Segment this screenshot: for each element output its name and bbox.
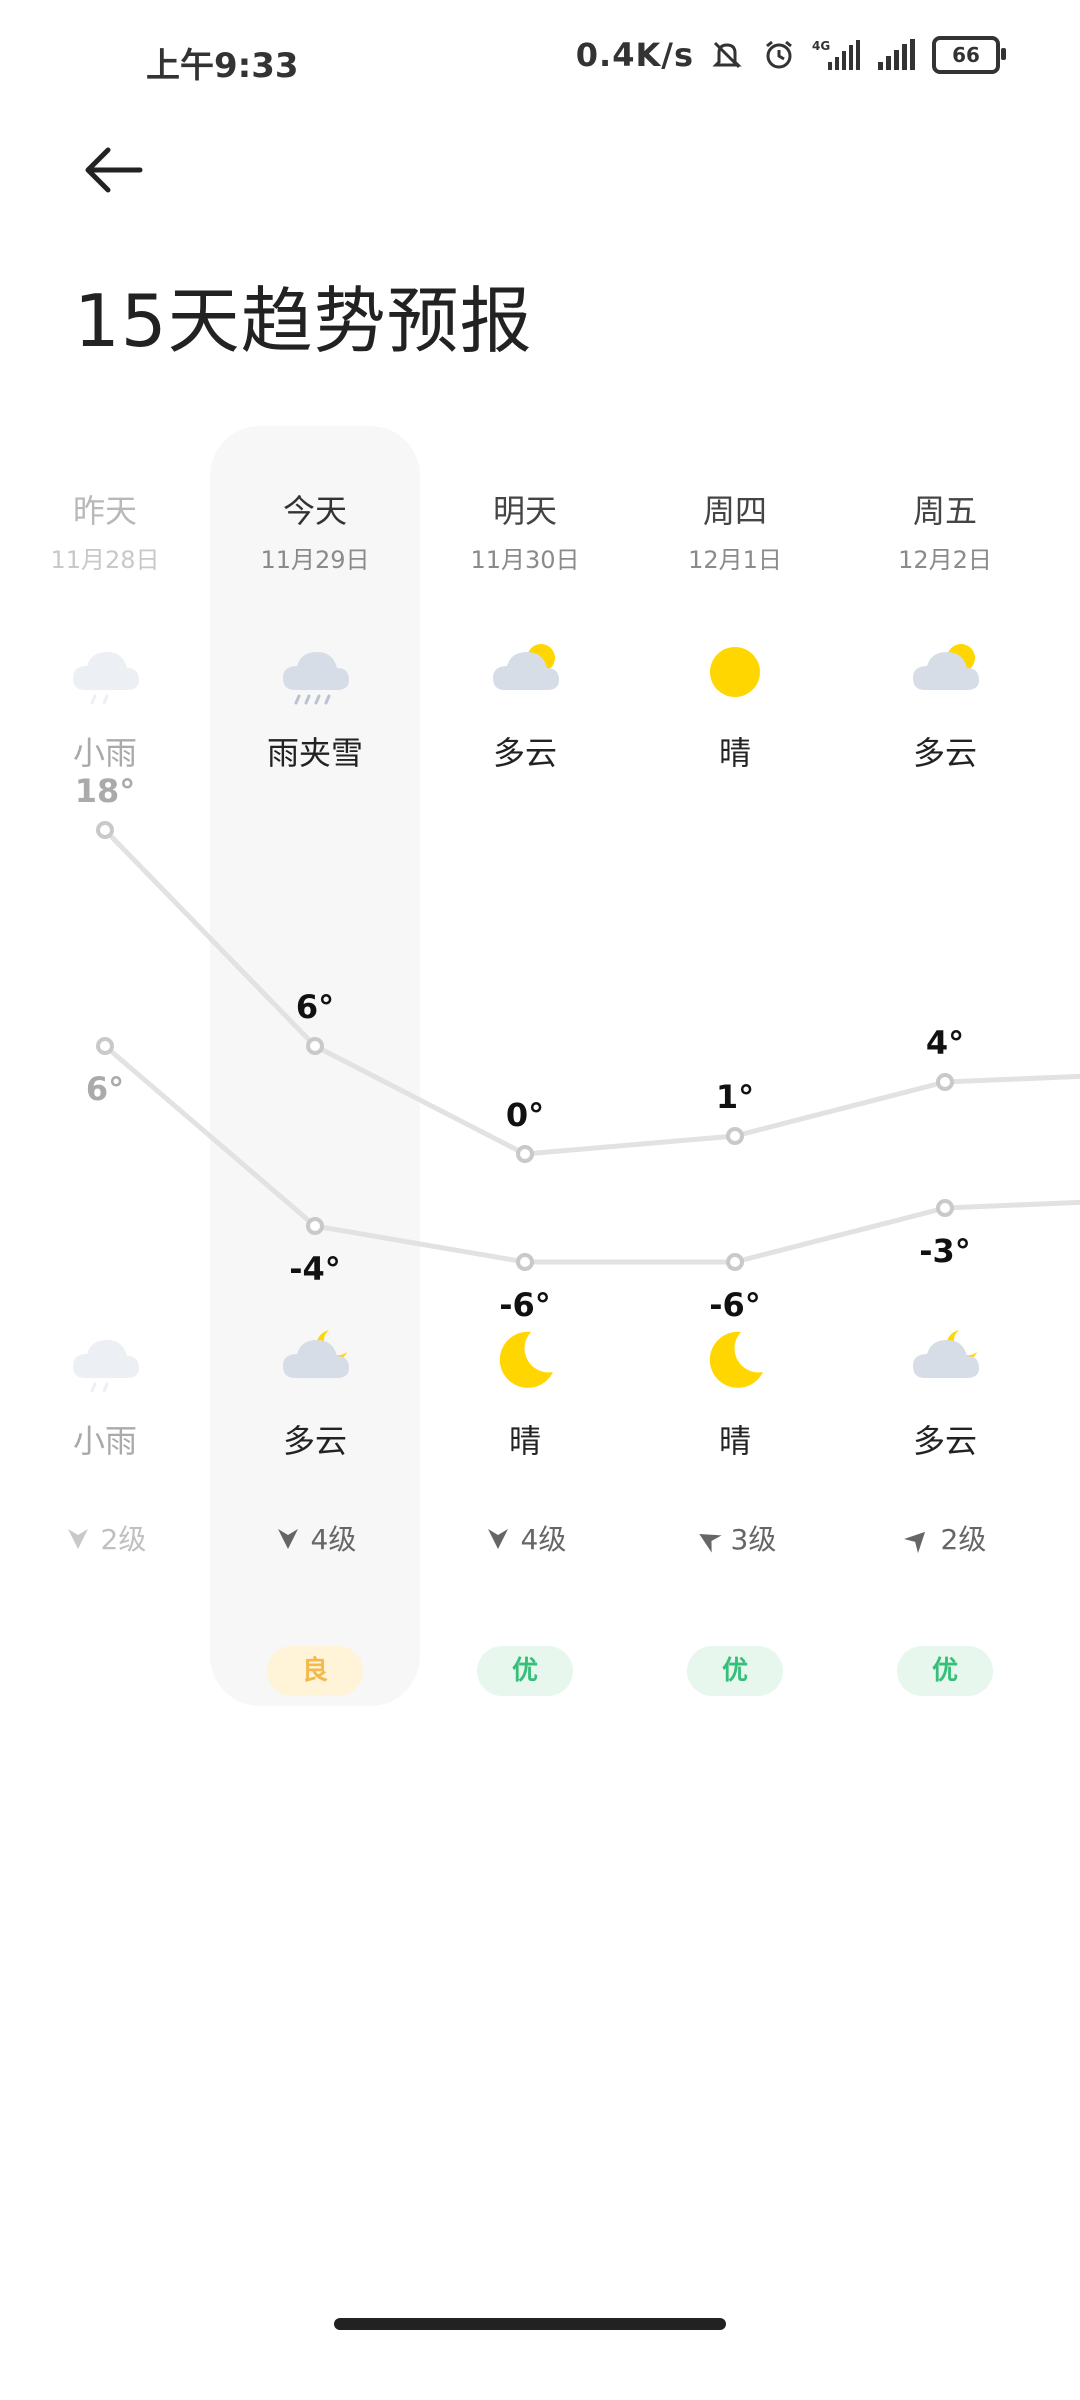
partly-cloudy-icon: [840, 632, 1050, 716]
aqi-badge[interactable]: 良: [267, 1646, 363, 1696]
high-temp-label: 4°: [926, 1024, 964, 1062]
low-temp-point: [516, 1253, 534, 1271]
home-indicator[interactable]: [334, 2318, 726, 2330]
day-header: 明天 11月30日: [420, 486, 630, 575]
day-label: 今天: [282, 492, 347, 530]
aqi-badge[interactable]: 优: [897, 1646, 993, 1696]
low-temp-label: -3°: [919, 1232, 971, 1270]
moon-icon: [420, 1320, 630, 1404]
wind-direction-icon: [903, 1523, 932, 1556]
alarm-icon: [760, 36, 798, 74]
partly-cloudy-icon: [420, 632, 630, 716]
aqi-container: 优: [630, 1646, 840, 1696]
status-bar: 上午9:33 0.4K/s 4G 66: [0, 0, 1080, 110]
aqi-badge[interactable]: 优: [687, 1646, 783, 1696]
battery-level: 66: [952, 43, 980, 67]
back-arrow-icon: [85, 147, 143, 193]
date-label: 11月30日: [470, 546, 580, 574]
day-condition: 多云: [912, 734, 977, 772]
date-label: 12月2日: [898, 546, 992, 574]
low-temp-point: [96, 1037, 114, 1055]
wind-label: 2级: [940, 1523, 987, 1556]
today-highlight: [210, 426, 420, 1706]
wind-label: 2级: [100, 1523, 147, 1556]
date-label: 11月29日: [260, 546, 370, 574]
low-temp-point: [726, 1253, 744, 1271]
back-button[interactable]: [80, 140, 150, 200]
low-temp-label: -6°: [709, 1286, 761, 1324]
wind-direction-icon: [274, 1523, 302, 1556]
cloudy-night-icon: [210, 1320, 420, 1404]
wind-level: 3级: [630, 1518, 840, 1558]
day-label: 昨天: [72, 492, 137, 530]
wind-level: 2级: [840, 1518, 1050, 1558]
signal-icon: [876, 36, 918, 74]
date-label: 11月28日: [50, 546, 160, 574]
high-temp-point: [96, 821, 114, 839]
wind-label: 3级: [730, 1523, 777, 1556]
wind-level: 4级: [210, 1518, 420, 1558]
night-condition: 晴: [718, 1422, 751, 1460]
moon-icon: [630, 1320, 840, 1404]
day-condition: 小雨: [72, 734, 137, 772]
sun-icon: [630, 632, 840, 716]
day-header: 昨天 11月28日: [0, 486, 210, 575]
day-label: 周五: [912, 492, 977, 530]
network-type-label: 4G: [812, 39, 830, 53]
high-temp-point: [726, 1127, 744, 1145]
light-rain-icon: [0, 632, 210, 716]
status-time: 上午9:33: [146, 46, 299, 86]
battery-icon: 66: [932, 36, 1006, 74]
day-header: 今天 11月29日: [210, 486, 420, 575]
aqi-badge[interactable]: 优: [477, 1646, 573, 1696]
wind-level: 2级: [0, 1518, 210, 1558]
light-rain-icon: [0, 1320, 210, 1404]
high-temp-label: 1°: [716, 1078, 754, 1116]
date-label: 12月1日: [688, 546, 782, 574]
wind-direction-icon: [694, 1523, 722, 1556]
day-condition: 晴: [718, 734, 751, 772]
day-header: 周四 12月1日: [630, 486, 840, 575]
high-temp-label: 0°: [506, 1096, 544, 1134]
high-temp-point: [516, 1145, 534, 1163]
day-header: 周五 12月2日: [840, 486, 1050, 575]
aqi-container: 优: [420, 1646, 630, 1696]
night-condition: 晴: [508, 1422, 541, 1460]
night-condition: 多云: [912, 1422, 977, 1460]
day-condition: 多云: [492, 734, 557, 772]
day-condition: 雨夹雪: [266, 734, 363, 772]
high-temp-point: [936, 1073, 954, 1091]
net-speed: 0.4K/s: [575, 36, 694, 74]
low-temp-label: -6°: [499, 1286, 551, 1324]
sleet-icon: [210, 632, 420, 716]
mute-icon: [708, 36, 746, 74]
night-condition: 多云: [282, 1422, 347, 1460]
wind-label: 4级: [520, 1523, 567, 1556]
page-title: 15天趋势预报: [74, 279, 533, 363]
day-label: 周四: [702, 492, 767, 530]
low-temp-label: 6°: [86, 1070, 124, 1108]
wind-level: 4级: [420, 1518, 630, 1558]
wind-direction-icon: [64, 1523, 92, 1556]
wind-label: 4级: [310, 1523, 357, 1556]
signal-4g-icon: 4G: [812, 36, 862, 74]
status-right: 0.4K/s 4G 66: [575, 36, 1006, 74]
low-temp-point: [936, 1199, 954, 1217]
aqi-container: 优: [840, 1646, 1050, 1696]
high-temp-label: 18°: [75, 772, 136, 810]
day-label: 明天: [492, 492, 557, 530]
cloudy-night-icon: [840, 1320, 1050, 1404]
aqi-container: 良: [210, 1646, 420, 1696]
wind-direction-icon: [484, 1523, 512, 1556]
night-condition: 小雨: [72, 1422, 137, 1460]
